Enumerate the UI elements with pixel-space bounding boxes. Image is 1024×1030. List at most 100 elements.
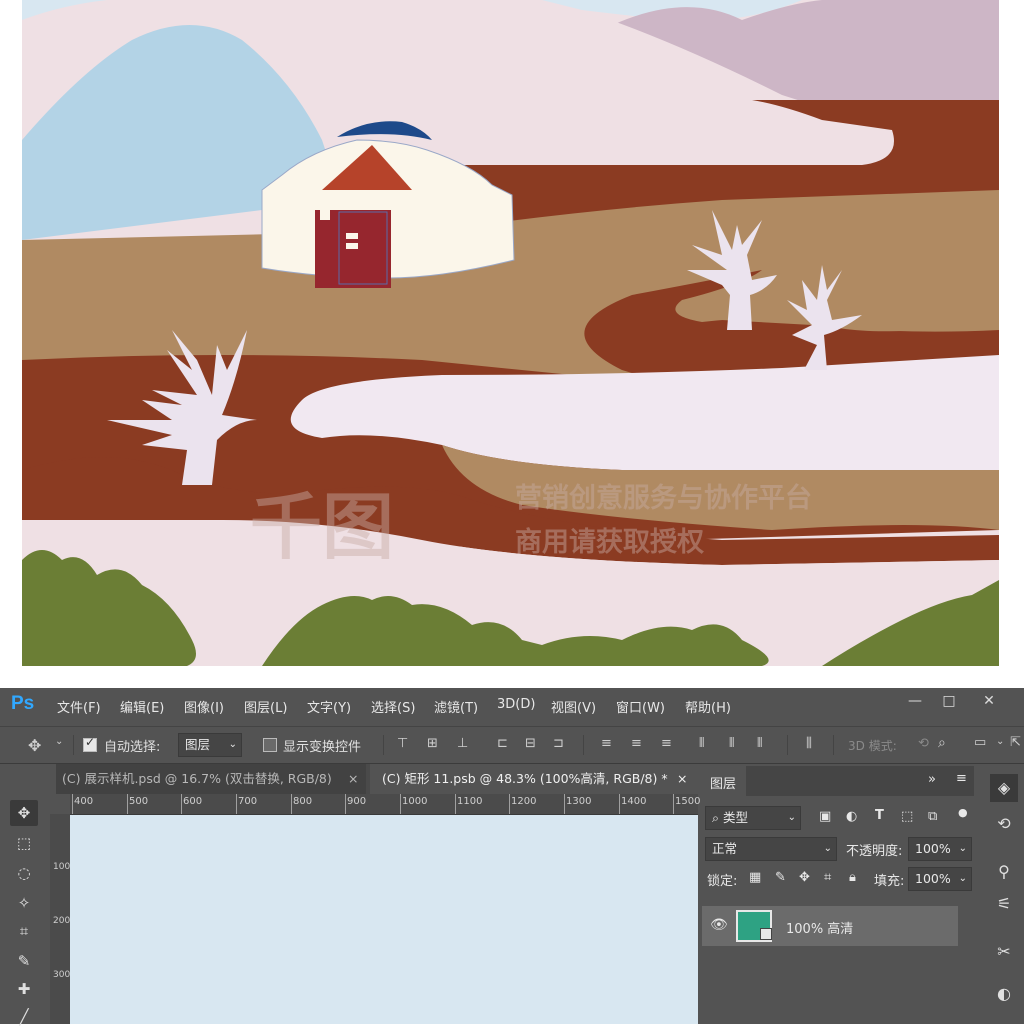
menu-window[interactable]: 窗口(W) (616, 697, 665, 716)
close-icon[interactable]: × (348, 764, 358, 794)
lock-all-icon[interactable]: 🔒︎ (849, 870, 856, 885)
opacity-value: 100% (915, 841, 951, 856)
auto-select-value: 图层 (185, 737, 211, 752)
filter-toggle-icon[interactable]: ● (958, 806, 968, 819)
layers-dock-icon[interactable]: ◈ (990, 774, 1018, 802)
watermark-logo: 千图 (250, 485, 395, 569)
lock-artboard-icon[interactable]: ⌗ (824, 870, 831, 885)
distribute-hcenter-icon[interactable]: ⫴ (729, 736, 734, 751)
filter-smart-object-icon[interactable]: ⧉ (928, 809, 937, 824)
chevron-down-icon[interactable]: ⌄ (996, 736, 1004, 747)
search-icon[interactable]: ⌕ (938, 735, 946, 751)
minimize-button[interactable]: — (898, 690, 932, 712)
magic-wand-icon[interactable]: ✧ (10, 890, 38, 916)
menu-3d[interactable]: 3D(D) (497, 697, 535, 712)
lock-transparency-icon[interactable]: ▦ (749, 870, 761, 885)
lock-position-icon[interactable]: ✥ (799, 870, 810, 885)
menu-view[interactable]: 视图(V) (551, 697, 596, 716)
share-icon[interactable]: ⇱ (1010, 735, 1021, 750)
ruler-tick (509, 794, 510, 814)
opacity-label: 不透明度: (846, 844, 903, 859)
auto-align-icon[interactable]: ⫼ (806, 736, 812, 751)
healing-brush-icon[interactable]: ✚ (10, 976, 38, 1002)
menu-edit[interactable]: 编辑(E) (120, 697, 164, 716)
menu-bar: Ps 文件(F) 编辑(E) 图像(I) 图层(L) 文字(Y) 选择(S) 滤… (0, 688, 1024, 724)
fill-label: 填充: (874, 874, 905, 889)
ruler-label: 900 (347, 796, 367, 807)
ruler-tick (291, 794, 292, 814)
orbit-3d-icon[interactable]: ⟲ (918, 736, 929, 751)
filter-type-icon[interactable]: T (875, 808, 884, 823)
close-icon[interactable]: × (677, 764, 687, 794)
align-right-icon[interactable]: ⊐ (553, 736, 564, 751)
auto-select-dropdown[interactable]: 图层 ⌄ (178, 733, 242, 757)
history-icon[interactable]: ⟲ (990, 810, 1018, 838)
menu-select[interactable]: 选择(S) (371, 697, 415, 716)
align-vcenter-icon[interactable]: ⊞ (427, 736, 438, 751)
opacity-input[interactable]: 100% ⌄ (908, 837, 972, 861)
blend-mode-value: 正常 (712, 841, 738, 856)
crop-tool-icon[interactable]: ⌗ (10, 918, 38, 944)
chevron-down-icon[interactable]: ⌄ (55, 736, 63, 747)
align-hcenter-icon[interactable]: ⊟ (525, 736, 536, 751)
layer-row[interactable]: 👁︎ 100% 高清 (702, 906, 958, 946)
eyedropper-icon[interactable]: ✎ (10, 948, 38, 974)
menu-image[interactable]: 图像(I) (184, 697, 224, 716)
fill-value: 100% (915, 871, 951, 886)
ruler-tick (564, 794, 565, 814)
chevron-down-icon: ⌄ (823, 843, 832, 854)
align-left-icon[interactable]: ⊏ (497, 736, 508, 751)
distribute-bottom-icon[interactable]: ≡ (661, 736, 672, 751)
collapse-icon[interactable]: » (928, 772, 936, 787)
ruler-tick (236, 794, 237, 814)
restore-button[interactable]: □ (932, 690, 966, 712)
layer-filter-dropdown[interactable]: ⌕ 类型 ⌄ (705, 806, 801, 830)
lock-brush-icon[interactable]: ✎ (775, 870, 786, 885)
adjustments-icon[interactable]: ⚟ (990, 890, 1018, 918)
panel-menu-icon[interactable]: ≡ (956, 771, 967, 786)
align-bottom-icon[interactable]: ⊥ (457, 736, 468, 751)
menu-help[interactable]: 帮助(H) (685, 697, 731, 716)
move-tool-icon[interactable]: ✥ (10, 800, 38, 826)
auto-select-checkbox[interactable]: ✓ (83, 735, 97, 752)
menu-filter[interactable]: 滤镜(T) (434, 697, 478, 716)
tab-rectangle-11[interactable]: (C) 矩形 11.psb @ 48.3% (100%高清, RGB/8) * … (370, 764, 698, 794)
workspace-icon[interactable]: ▭ (974, 735, 986, 750)
distribute-right-icon[interactable]: ⫴ (757, 736, 762, 751)
menu-type[interactable]: 文字(Y) (307, 697, 351, 716)
menu-file[interactable]: 文件(F) (57, 697, 101, 716)
layers-panel-title: 图层 (710, 777, 737, 792)
fill-input[interactable]: 100% ⌄ (908, 867, 972, 891)
layer-filter-label: 类型 (722, 810, 748, 825)
ruler-tick (127, 794, 128, 814)
document-tabs: (C) 展示样机.psd @ 16.7% (双击替换, RGB/8) × (C)… (56, 764, 698, 794)
close-button[interactable]: ✕ (972, 690, 1006, 712)
tools-icon[interactable]: ✂ (990, 938, 1018, 966)
chevron-down-icon: ⌄ (958, 843, 967, 854)
ps-logo: Ps (11, 693, 35, 714)
distribute-vcenter-icon[interactable]: ≡ (631, 736, 642, 751)
brush-settings-icon[interactable]: ⚲ (990, 858, 1018, 886)
move-tool-icon[interactable]: ✥ (28, 736, 41, 755)
align-top-icon[interactable]: ⊤ (397, 736, 408, 751)
filter-pixel-icon[interactable]: ▣ (819, 809, 831, 824)
auto-select-label: 自动选择: (104, 740, 161, 755)
filter-shape-icon[interactable]: ⬚ (901, 809, 913, 824)
menu-layer[interactable]: 图层(L) (244, 697, 287, 716)
distribute-top-icon[interactable]: ≡ (601, 736, 612, 751)
lasso-tool-icon[interactable]: ◌ (10, 860, 38, 886)
tab-showcase-mockup[interactable]: (C) 展示样机.psd @ 16.7% (双击替换, RGB/8) × (56, 764, 366, 794)
marquee-tool-icon[interactable]: ⬚ (10, 830, 38, 856)
ruler-label: 200 (53, 916, 71, 926)
color-icon[interactable]: ◐ (990, 980, 1018, 1008)
distribute-left-icon[interactable]: ⫴ (699, 736, 704, 751)
document-canvas[interactable] (70, 815, 698, 1024)
filter-adjustment-icon[interactable]: ◐ (846, 809, 857, 824)
brush-tool-icon[interactable]: ╱ (10, 1004, 38, 1030)
eye-icon[interactable]: 👁︎ (710, 917, 728, 933)
blend-mode-dropdown[interactable]: 正常 ⌄ (705, 837, 837, 861)
show-transform-checkbox[interactable] (263, 738, 277, 752)
divider (383, 735, 384, 755)
chevron-down-icon: ⌄ (787, 812, 796, 823)
ruler-tick (400, 794, 401, 814)
